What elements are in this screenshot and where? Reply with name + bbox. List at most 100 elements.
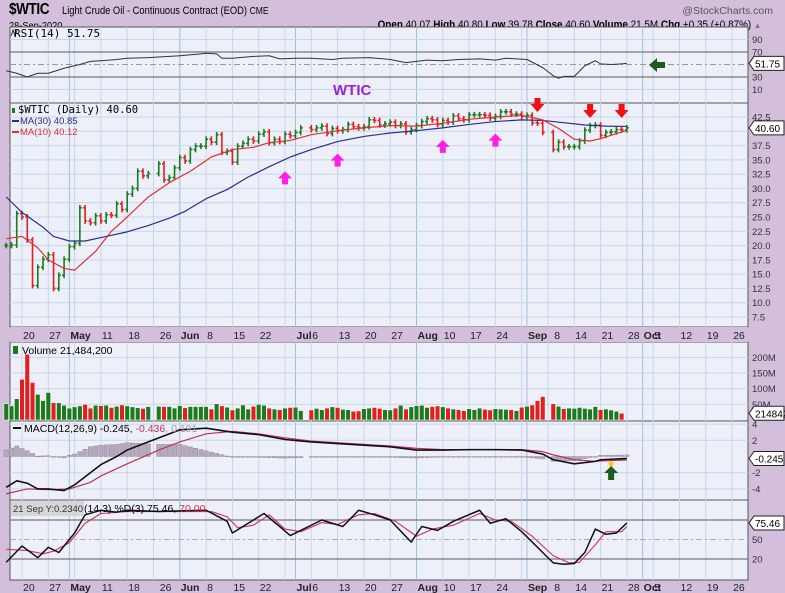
volume-bar [35, 394, 41, 421]
volume-bar [498, 408, 504, 421]
volume-bar [329, 406, 335, 421]
volume-bar [98, 405, 104, 421]
stoch-axis-label: 20 [752, 555, 763, 566]
date-tick-label: Aug [418, 582, 438, 593]
date-tick-label: 6 [312, 582, 318, 593]
volume-bar [282, 407, 288, 421]
date-tick-label: 18 [128, 582, 140, 593]
price-last-badge-text: 40.60 [755, 124, 780, 135]
price-axis-label: 37.5 [752, 141, 771, 152]
macd-axis-label: -4 [752, 484, 760, 495]
date-tick-label: 17 [470, 582, 482, 593]
volume-bar [555, 405, 562, 421]
volume-axis-label: 150M [752, 369, 776, 380]
macd-histogram-bar [198, 449, 204, 457]
macd-histogram-bar [77, 451, 83, 457]
date-tick-label: 28 [628, 582, 640, 593]
macd-histogram-bar [408, 456, 414, 459]
yellow-dot-marker [608, 461, 614, 467]
volume-bar [450, 408, 456, 421]
date-tick-label: 5 [654, 582, 660, 593]
date-tick-label: 18 [128, 330, 140, 342]
volume-bar [245, 408, 251, 421]
volume-bar [440, 406, 446, 421]
date-tick-label: 8 [554, 582, 560, 593]
date-tick-label: Jul [297, 582, 312, 593]
volume-bar [145, 406, 151, 421]
macd-histogram-bar [524, 456, 530, 458]
volume-bar [19, 379, 25, 421]
macd-last-badge: -0.245 [748, 450, 785, 466]
macd-histogram-bar [87, 446, 93, 457]
volume-axis-label: 200M [752, 353, 776, 364]
macd-histogram-bar [193, 448, 198, 457]
macd-histogram-bar [540, 456, 546, 460]
rsi-axis-label: 30 [752, 73, 763, 84]
macd-axis-label: -2 [752, 468, 760, 479]
volume-bar [561, 408, 567, 421]
macd-histogram-bar [261, 456, 267, 458]
macd-histogram-bar [372, 456, 377, 458]
macd-histogram-bar [461, 456, 467, 458]
date-tick-label: 12 [681, 582, 693, 593]
macd-histogram-bar [272, 456, 277, 458]
date-tick-label: 19 [707, 582, 719, 593]
volume-bar [193, 406, 199, 421]
macd-histogram-bar [245, 456, 251, 458]
date-tick-label: 11 [102, 582, 113, 593]
date-tick-label: 15 [233, 582, 245, 593]
volume-bar [66, 407, 72, 421]
volume-bar [271, 408, 278, 421]
volume-bar [135, 407, 141, 421]
macd-legend-main: MACD(12,26,9) -0.245, [24, 423, 135, 435]
date-tick-label: 6 [312, 330, 318, 342]
volume-bar [524, 405, 530, 421]
volume-bar [129, 406, 136, 421]
date-tick-label: 15 [233, 330, 245, 342]
volume-bar [482, 409, 488, 421]
volume-bar [608, 409, 614, 421]
volume-bar [224, 406, 230, 421]
macd-histogram-bar [214, 453, 220, 457]
volume-bar [229, 409, 235, 421]
date-tick-label: Jun [181, 330, 200, 342]
date-tick-label: May [70, 330, 91, 342]
volume-bar [140, 408, 146, 421]
macd-histogram-bar [93, 445, 99, 457]
price-panel[interactable] [9, 102, 749, 328]
volume-bar [619, 413, 625, 421]
volume-bar [477, 407, 483, 421]
macd-histogram-bar [582, 456, 588, 459]
macd-histogram-bar [387, 456, 393, 458]
volume-bar [529, 404, 535, 421]
volume-bar [461, 410, 467, 421]
date-tick-label: 8 [207, 582, 213, 593]
price-axis-label: 30.0 [752, 184, 771, 195]
volume-bar [534, 400, 541, 421]
rsi-last-badge: 51.75 [748, 55, 785, 71]
volume-bar [182, 407, 188, 421]
wtic-annotation-text: WTIC [333, 82, 371, 99]
volume-bar [335, 407, 341, 421]
date-tick-label: 26 [160, 330, 172, 342]
macd-histogram-bar [535, 456, 540, 459]
date-tick-label: 24 [496, 582, 508, 593]
volume-bar [392, 407, 399, 421]
stoch-last-badge: 75.46 [748, 515, 785, 531]
macd-histogram-bar [503, 456, 509, 458]
volume-bar [124, 405, 130, 421]
macd-histogram-bar [103, 444, 109, 457]
date-tick-label: 14 [575, 582, 587, 593]
volume-bar [314, 408, 320, 421]
macd-histogram-bar [66, 455, 72, 457]
macd-histogram-bar [277, 456, 283, 459]
stock-chart[interactable]: RSI(14) 51.75 WTIC $WTIC (Daily) 40.60 M… [0, 0, 785, 593]
volume-bar [108, 407, 114, 421]
volume-bar [371, 407, 377, 421]
macd-last-badge-text: -0.245 [755, 454, 784, 465]
date-tick-label: 13 [339, 582, 351, 593]
volume-bar [219, 405, 225, 421]
volume-bar [56, 402, 62, 421]
volume-bar [77, 405, 83, 421]
stoch-last-badge-text: 75.46 [755, 519, 780, 530]
